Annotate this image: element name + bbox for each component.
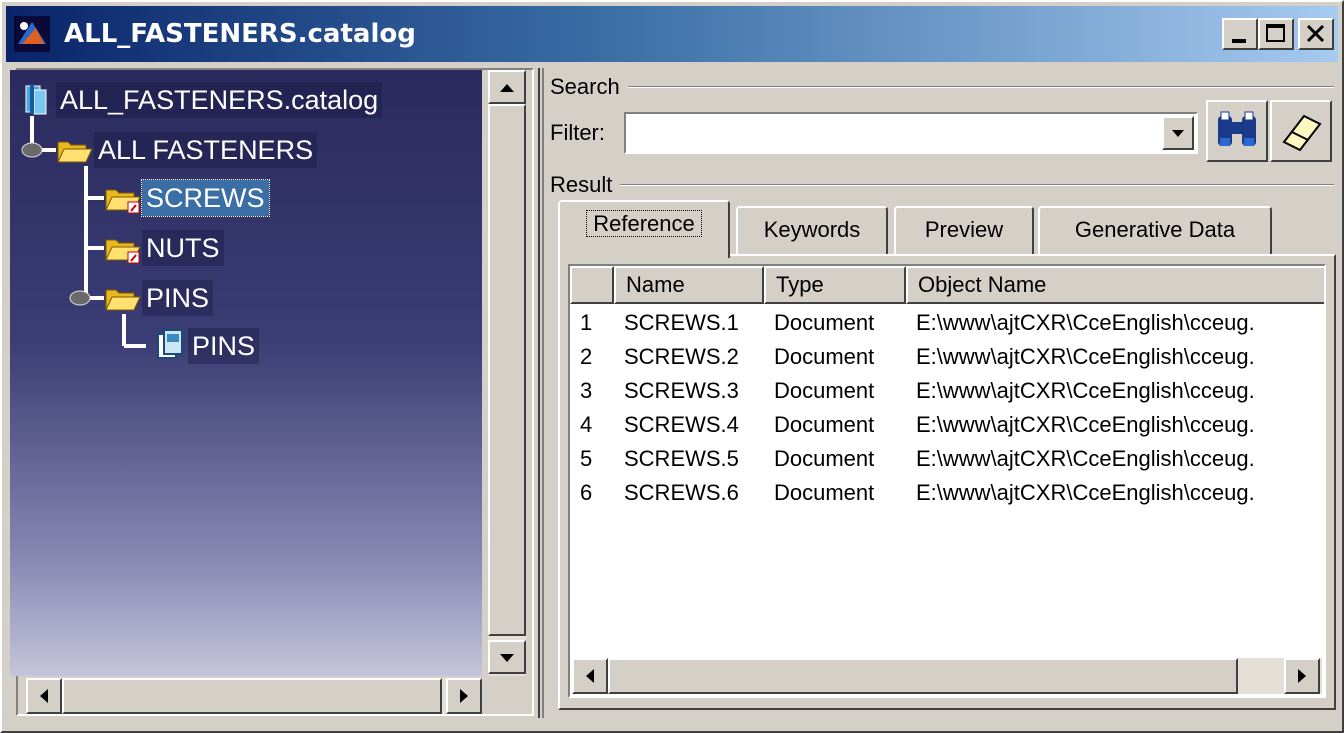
row-type: Document — [774, 378, 875, 403]
row-object-name: E:\www\ajtCXR\CceEnglish\cceug. — [916, 480, 1255, 505]
scroll-right-button[interactable] — [1284, 658, 1320, 694]
tree-horizontal-scrollbar[interactable] — [26, 678, 482, 714]
row-number: 1 — [580, 310, 593, 335]
chapter-folder-icon — [105, 189, 141, 214]
row-name: SCREWS.6 — [624, 480, 739, 505]
clear-filter-button[interactable] — [1270, 100, 1332, 162]
row-type: Document — [774, 412, 875, 437]
chapter-folder-icon — [105, 239, 141, 264]
open-folder-icon — [105, 289, 141, 311]
column-header-type[interactable]: Type — [764, 266, 906, 304]
table-row[interactable]: 5 SCREWS.5 Document E:\www\ajtCXR\CceEng… — [570, 442, 1324, 476]
tree-item-label: SCREWS — [141, 179, 270, 217]
scroll-left-button[interactable] — [572, 658, 608, 694]
minimize-button[interactable] — [1222, 18, 1258, 50]
scroll-left-button[interactable] — [26, 678, 62, 714]
row-number: 3 — [580, 378, 593, 403]
table-row[interactable]: 4 SCREWS.4 Document E:\www\ajtCXR\CceEng… — [570, 408, 1324, 442]
row-object-name: E:\www\ajtCXR\CceEnglish\cceug. — [916, 378, 1255, 403]
row-object-name: E:\www\ajtCXR\CceEnglish\cceug. — [916, 412, 1255, 437]
scroll-right-button[interactable] — [446, 678, 482, 714]
row-number: 5 — [580, 446, 593, 471]
search-group-line — [550, 86, 1334, 88]
maximize-button[interactable] — [1258, 18, 1294, 50]
search-button[interactable] — [1206, 100, 1268, 162]
row-object-name: E:\www\ajtCXR\CceEnglish\cceug. — [916, 310, 1255, 335]
tab-preview[interactable]: Preview — [894, 206, 1034, 254]
scroll-thumb[interactable] — [608, 658, 1238, 694]
row-name: SCREWS.3 — [624, 378, 739, 403]
catalog-tree[interactable]: ALL_FASTENERS.catalog ALL FASTENERS SCRE… — [10, 70, 482, 676]
tree-item-nuts[interactable]: NUTS — [102, 228, 224, 268]
result-group-label: Result — [550, 172, 621, 198]
open-folder-icon — [57, 141, 93, 163]
close-button[interactable] — [1298, 18, 1334, 50]
tree-item-label: PINS — [188, 328, 260, 364]
filter-label: Filter: — [550, 120, 605, 145]
tree-vertical-scrollbar[interactable] — [488, 70, 526, 676]
catalog-browser-window: ALL_FASTENERS.catalog ALL_FASTENERS.cata… — [0, 0, 1344, 733]
arrow-right-icon — [1298, 669, 1306, 683]
result-group-line — [550, 184, 1334, 186]
row-type: Document — [774, 446, 875, 471]
filter-input[interactable] — [624, 112, 1198, 154]
part-family-icon — [157, 329, 183, 359]
row-name: SCREWS.1 — [624, 310, 739, 335]
row-number: 2 — [580, 344, 593, 369]
window-title: ALL_FASTENERS.catalog — [64, 19, 416, 49]
tab-keywords[interactable]: Keywords — [736, 206, 888, 254]
tree-item-label: PINS — [142, 280, 214, 316]
tree-item-screws[interactable]: SCREWS — [102, 178, 270, 218]
row-type: Document — [774, 310, 875, 335]
chevron-down-icon — [1172, 130, 1184, 137]
row-object-name: E:\www\ajtCXR\CceEnglish\cceug. — [916, 446, 1255, 471]
table-row[interactable]: 1 SCREWS.1 Document E:\www\ajtCXR\CceEng… — [570, 306, 1324, 340]
arrow-left-icon — [40, 689, 48, 703]
title-bar[interactable]: ALL_FASTENERS.catalog — [6, 6, 1338, 62]
arrow-down-icon — [500, 654, 514, 662]
tab-generative-data[interactable]: Generative Data — [1038, 206, 1272, 254]
minimize-icon — [1232, 39, 1246, 43]
filter-dropdown-button[interactable] — [1162, 116, 1194, 150]
row-name: SCREWS.5 — [624, 446, 739, 471]
eraser-icon — [1282, 114, 1322, 152]
binoculars-icon — [1218, 111, 1256, 146]
arrow-right-icon — [460, 689, 468, 703]
row-object-name: E:\www\ajtCXR\CceEnglish\cceug. — [916, 344, 1255, 369]
maximize-icon — [1266, 24, 1285, 42]
table-row[interactable]: 2 SCREWS.2 Document E:\www\ajtCXR\CceEng… — [570, 340, 1324, 374]
table-row[interactable]: 6 SCREWS.6 Document E:\www\ajtCXR\CceEng… — [570, 476, 1324, 510]
tree-item-label: ALL FASTENERS — [94, 132, 318, 168]
row-number: 4 — [580, 412, 593, 437]
scroll-thumb[interactable] — [62, 678, 442, 714]
tree-root-node[interactable]: ALL_FASTENERS.catalog — [16, 80, 383, 120]
column-header-name[interactable]: Name — [614, 266, 764, 304]
table-row[interactable]: 3 SCREWS.3 Document E:\www\ajtCXR\CceEng… — [570, 374, 1324, 408]
scroll-up-button[interactable] — [488, 70, 526, 104]
row-type: Document — [774, 344, 875, 369]
catalog-book-icon — [25, 84, 47, 115]
column-header-index[interactable] — [570, 266, 614, 304]
search-group-label: Search — [550, 74, 628, 100]
arrow-left-icon — [586, 669, 594, 683]
catalog-app-icon — [14, 16, 50, 52]
row-number: 6 — [580, 480, 593, 505]
tree-item-all-fasteners[interactable]: ALL FASTENERS — [54, 130, 318, 170]
scroll-down-button[interactable] — [488, 640, 526, 674]
tree-item-label: NUTS — [142, 230, 224, 266]
column-header-object-name[interactable]: Object Name — [906, 266, 1324, 304]
tree-item-pins-family[interactable]: PINS — [148, 326, 260, 366]
row-name: SCREWS.2 — [624, 344, 739, 369]
tab-reference[interactable]: Reference — [558, 200, 730, 258]
tree-root-label: ALL_FASTENERS.catalog — [56, 82, 383, 118]
close-icon — [1306, 24, 1325, 43]
scroll-thumb[interactable] — [488, 104, 526, 636]
row-name: SCREWS.4 — [624, 412, 739, 437]
arrow-up-icon — [500, 84, 514, 92]
tree-item-pins-folder[interactable]: PINS — [102, 278, 214, 318]
panel-splitter[interactable] — [538, 68, 548, 718]
result-table[interactable]: Name Type Object Name 1 SCREWS.1 Documen… — [568, 264, 1326, 698]
table-horizontal-scrollbar[interactable] — [572, 658, 1322, 694]
row-type: Document — [774, 480, 875, 505]
